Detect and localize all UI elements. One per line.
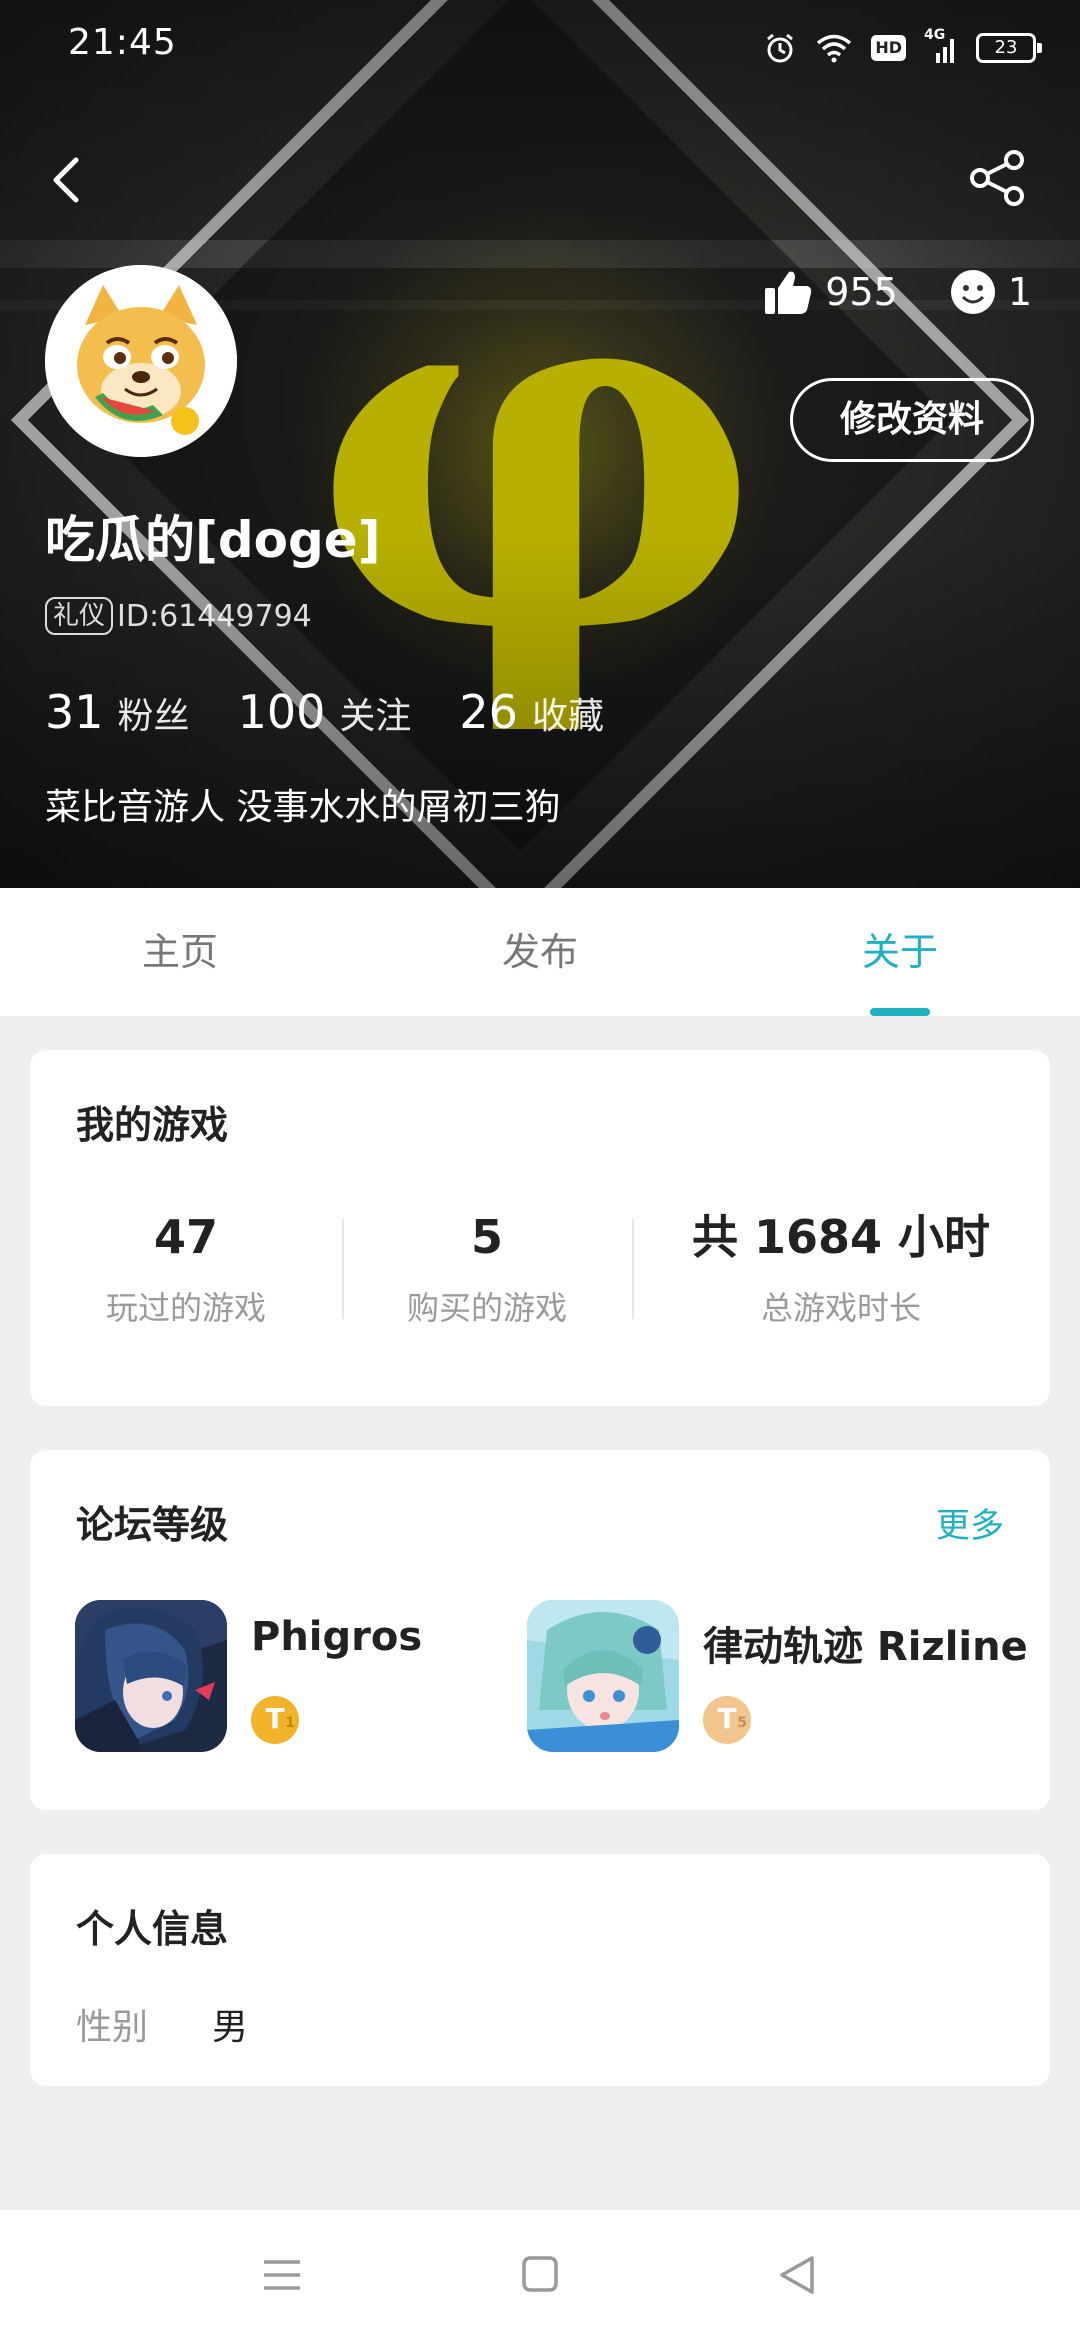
phigros-app-icon — [75, 1600, 227, 1752]
gender-value: 男 — [212, 2007, 249, 2048]
gender-row: 性别 男 — [76, 1998, 248, 2050]
personal-info-card: 个人信息 性别 男 — [30, 1854, 1050, 2086]
hd-icon: HD — [871, 35, 906, 61]
tier-badge-icon: T5 — [703, 1696, 751, 1744]
wifi-icon — [815, 33, 853, 63]
etiquette-badge[interactable]: 礼仪 — [45, 597, 114, 635]
edit-profile-button[interactable]: 修改资料 — [790, 378, 1034, 462]
followers-stat[interactable]: 31 粉丝 — [45, 685, 190, 739]
personal-info-title: 个人信息 — [76, 1907, 229, 1951]
my-games-card: 我的游戏 47 玩过的游戏 5 购买的游戏 共 1684 小时 总游戏时长 — [30, 1050, 1050, 1406]
forum-level-card: 论坛等级 更多 Phigros T1 律动轨迹 Rizline T 5 — [30, 1450, 1050, 1810]
played-games-stat[interactable]: 47 玩过的游戏 — [30, 1205, 342, 1355]
purchased-games-stat[interactable]: 5 购买的游戏 — [342, 1205, 632, 1355]
forum-level-title: 论坛等级 — [76, 1503, 229, 1547]
tab-about[interactable]: 关于 — [720, 888, 1080, 1016]
forum-name: 律动轨迹 Rizline — [703, 1624, 1028, 1670]
follow-stats: 31 粉丝 100 关注 26 收藏 — [45, 685, 604, 739]
chevron-left-icon — [53, 157, 79, 203]
forum-name: Phigros — [251, 1614, 423, 1660]
rizline-app-icon — [527, 1600, 679, 1752]
thumbs-up-icon — [765, 271, 812, 314]
triangle-back-icon — [780, 2256, 814, 2294]
status-bar: 21:45 HD 4G 23 — [0, 0, 1080, 96]
forum-level-item[interactable]: 律动轨迹 Rizline T5 — [527, 1600, 1047, 1752]
gender-label: 性别 — [76, 2007, 149, 2048]
share-button[interactable] — [966, 146, 1030, 210]
share-icon — [970, 150, 1024, 206]
likes-count: 955 — [825, 270, 898, 314]
square-home-icon — [522, 2256, 558, 2292]
tab-posts[interactable]: 发布 — [360, 888, 720, 1016]
system-navigation-bar — [0, 2210, 1080, 2340]
smiley-icon — [950, 270, 995, 314]
alarm-icon — [763, 31, 797, 65]
status-time: 21:45 — [68, 22, 177, 63]
menu-nav-button[interactable] — [252, 2250, 312, 2300]
user-id: ID:61449794 — [117, 598, 312, 634]
my-games-title: 我的游戏 — [76, 1103, 229, 1147]
total-playtime-stat[interactable]: 共 1684 小时 总游戏时长 — [632, 1205, 1050, 1355]
more-link[interactable]: 更多 — [936, 1498, 1004, 1547]
favorites-stat[interactable]: 26 收藏 — [459, 685, 604, 739]
emoji-counter[interactable]: 1 — [950, 269, 1032, 315]
doge-avatar-image — [45, 265, 237, 457]
bio: 菜比音游人 没事水水的屑初三狗 — [45, 787, 561, 828]
home-nav-button[interactable] — [510, 2250, 570, 2300]
profile-reaction-stats: 955 1 — [763, 262, 1032, 322]
emoji-count: 1 — [1007, 270, 1032, 314]
cellular-signal-icon: 4G — [924, 27, 958, 65]
forum-level-item[interactable]: Phigros T1 — [75, 1600, 515, 1752]
user-id-row: 礼仪 ID:61449794 — [45, 597, 312, 635]
following-stat[interactable]: 100 关注 — [238, 685, 412, 739]
battery-icon: 23 — [976, 33, 1042, 63]
profile-tabs: 主页 发布 关于 — [0, 888, 1080, 1016]
game-stats: 47 玩过的游戏 5 购买的游戏 共 1684 小时 总游戏时长 — [30, 1205, 1050, 1355]
back-button[interactable] — [40, 148, 96, 212]
avatar[interactable] — [45, 265, 237, 457]
nickname: 吃瓜的[doge] — [45, 511, 381, 569]
tab-home[interactable]: 主页 — [0, 888, 360, 1016]
status-icons: HD 4G 23 — [763, 27, 1042, 68]
back-nav-button[interactable] — [768, 2250, 828, 2300]
likes-counter[interactable]: 955 — [763, 268, 898, 316]
tier-badge-icon: T1 — [251, 1696, 299, 1744]
menu-icon — [264, 2260, 300, 2290]
